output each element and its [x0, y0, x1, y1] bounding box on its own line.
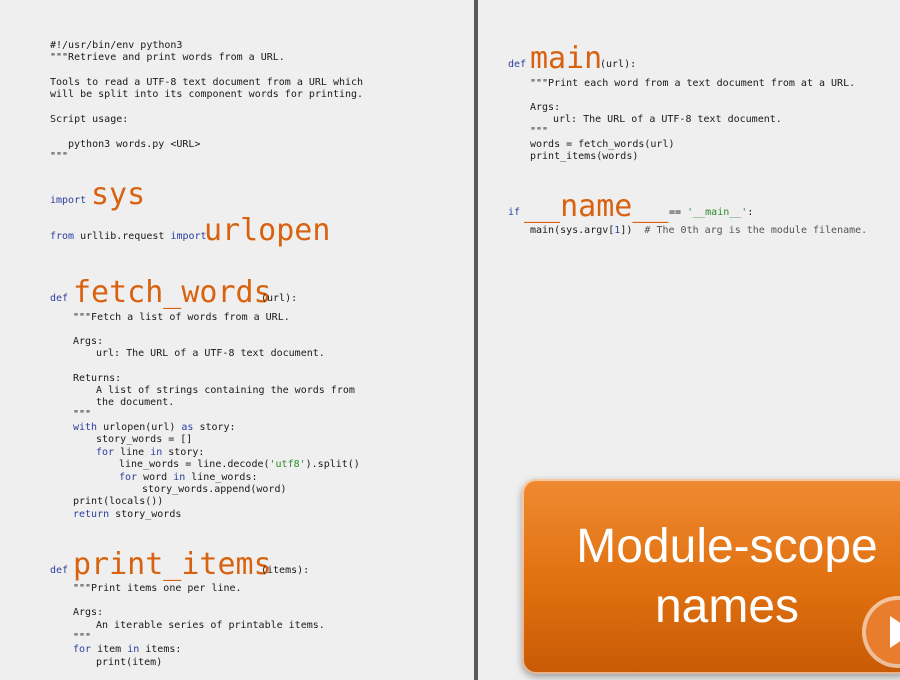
equality-operator: ==	[663, 207, 688, 218]
for-target: word	[137, 472, 174, 483]
def-keyword: def	[50, 565, 69, 576]
doc-tools-line-1: Tools to read a UTF-8 text document from…	[50, 77, 364, 88]
for-word-in-line-words: for word in line_words:	[119, 472, 257, 484]
def-keyword: def	[508, 59, 527, 70]
left-code-pane: #!/usr/bin/env python3 """Retrieve and p…	[0, 0, 474, 680]
for-iterable: items:	[139, 644, 182, 655]
main-arg-url: url: The URL of a UTF-8 text document.	[553, 114, 782, 125]
main-args-label: Args:	[530, 102, 561, 113]
print-items-params: (items):	[261, 565, 310, 576]
fetch-returns-line-1: A list of strings containing the words f…	[96, 385, 355, 396]
import-keyword: import	[170, 231, 207, 242]
main-call-line: main(sys.argv[1]) # The 0th arg is the m…	[530, 225, 867, 237]
for-line-in-story: for line in story:	[96, 447, 204, 459]
print-items-docstring: """Print items one per line.	[73, 583, 242, 594]
for-target: line	[114, 447, 151, 458]
print-items-args-label: Args:	[73, 607, 104, 618]
line-words-assign: line_words = line.decode('utf8').split()	[119, 459, 360, 471]
utf8-string: 'utf8'	[269, 459, 306, 470]
fetch-docstring-close: """	[73, 409, 92, 420]
with-target: story:	[193, 422, 236, 433]
fetch-arg-url: url: The URL of a UTF-8 text document.	[96, 348, 325, 359]
main-docstring-close: """	[530, 126, 549, 137]
callout-line-1: Module-scope	[576, 520, 878, 573]
with-expression: urlopen(url)	[97, 422, 182, 433]
return-statement: return story_words	[73, 509, 181, 521]
for-iterable: story:	[162, 447, 205, 458]
in-keyword: in	[173, 472, 186, 483]
main-params: (url):	[600, 59, 637, 70]
main-name-highlight: main	[530, 41, 603, 76]
print-items-docstring-close: """	[73, 632, 92, 643]
with-urlopen-line: with urlopen(url) as story:	[73, 422, 236, 434]
if-keyword: if	[508, 207, 521, 218]
play-icon	[890, 616, 900, 648]
urlopen-name-highlight: urlopen	[204, 213, 331, 248]
with-keyword: with	[73, 422, 98, 433]
module-scope-names-callout: Module-scope names	[522, 479, 900, 674]
main-call: main(sys.argv[	[530, 225, 615, 236]
return-value: story_words	[109, 509, 182, 520]
for-target: item	[91, 644, 128, 655]
story-words-init: story_words = []	[96, 434, 193, 445]
as-keyword: as	[181, 422, 194, 433]
return-keyword: return	[73, 509, 110, 520]
print-items-arg: An iterable series of printable items.	[96, 620, 325, 631]
main-docstring: """Print each word from a text document …	[530, 78, 856, 89]
callout-text: Module-scope names	[522, 517, 900, 637]
print-item-call: print(item)	[96, 657, 163, 668]
print-items-call-line: print_items(words)	[530, 151, 639, 162]
words-assign-line: words = fetch_words(url)	[530, 139, 675, 150]
doc-tools-line-2: will be split into its component words f…	[50, 89, 364, 100]
for-keyword: for	[73, 644, 92, 655]
for-keyword: for	[119, 472, 138, 483]
for-item-in-items: for item in items:	[73, 644, 181, 656]
dunder-name-highlight: __name__	[524, 189, 669, 224]
main-call-close: ])	[620, 225, 645, 236]
for-iterable: line_words:	[185, 472, 258, 483]
in-keyword: in	[127, 644, 140, 655]
doc-usage-command: python3 words.py <URL>	[68, 139, 201, 150]
story-words-append: story_words.append(word)	[142, 484, 287, 495]
fetch-args-label: Args:	[73, 336, 104, 347]
module-path: urllib.request	[80, 231, 165, 242]
print-items-name-highlight: print_items	[73, 547, 272, 582]
def-keyword: def	[50, 293, 69, 304]
if-condition-rest: == '__main__':	[663, 207, 753, 219]
sys-name-highlight: sys	[91, 177, 146, 212]
import-keyword: import	[50, 195, 87, 206]
for-keyword: for	[96, 447, 115, 458]
fetch-words-name-highlight: fetch_words	[73, 275, 272, 310]
fetch-returns-line-2: the document.	[96, 397, 175, 408]
if-colon: :	[747, 207, 754, 218]
fetch-docstring: """Fetch a list of words from a URL.	[73, 312, 290, 323]
module-docstring-open: """Retrieve and print words from a URL.	[50, 52, 285, 63]
module-docstring-close: """	[50, 151, 69, 162]
print-locals-call: print(locals())	[73, 496, 164, 507]
in-keyword: in	[150, 447, 163, 458]
argv-comment: # The 0th arg is the module filename.	[644, 225, 868, 236]
line-words-split: ).split()	[305, 459, 360, 470]
from-keyword: from	[50, 231, 75, 242]
shebang-line: #!/usr/bin/env python3	[50, 40, 183, 51]
line-words-call: line_words = line.decode(	[119, 459, 270, 470]
doc-usage-line: Script usage:	[50, 114, 129, 125]
from-import-line: from urllib.request import	[50, 231, 207, 243]
fetch-returns-label: Returns:	[73, 373, 122, 384]
fetch-words-params: (url):	[261, 293, 298, 304]
main-string: '__main__'	[687, 207, 748, 218]
callout-line-2: names	[654, 580, 800, 633]
